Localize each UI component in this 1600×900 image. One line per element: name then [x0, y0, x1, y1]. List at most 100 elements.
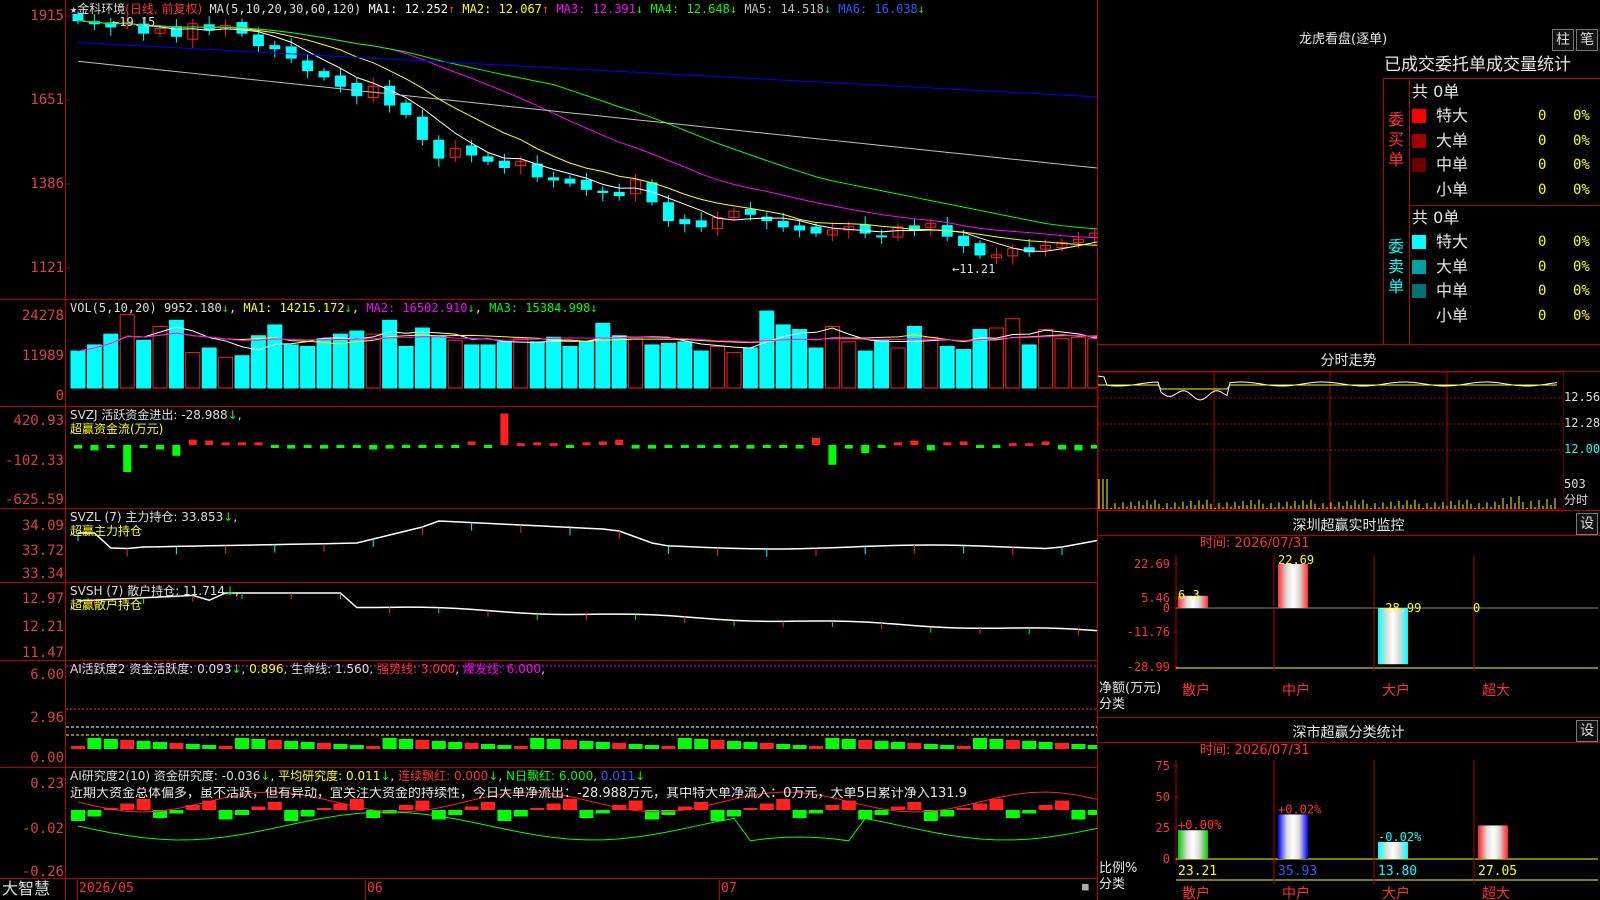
activity-bar	[333, 744, 348, 749]
flow-bar	[910, 440, 919, 445]
svsh-legend: SVSH (7) 散户持仓: 11.714↓,	[70, 584, 239, 598]
candle-body	[744, 208, 756, 215]
volume-bar	[562, 345, 578, 389]
research-bar	[743, 808, 758, 810]
date-tick	[365, 880, 366, 900]
flow-bar	[74, 445, 82, 449]
sh-xlabel: 分类	[1099, 877, 1126, 892]
intraday-chart[interactable]	[1098, 372, 1564, 510]
ma-line	[77, 42, 1097, 98]
order-color-swatch	[1412, 259, 1426, 274]
volume-chart[interactable]	[66, 300, 1097, 406]
activity-bar	[973, 738, 987, 749]
category-label: 散户	[1182, 682, 1210, 699]
tick-mode-button[interactable]: 笔	[1576, 29, 1598, 51]
volume-bar	[710, 345, 726, 389]
research-bar	[825, 805, 840, 810]
buy-total: 共 0单	[1412, 82, 1460, 101]
net-bar	[1378, 608, 1408, 665]
order-size-label: 中单	[1436, 155, 1469, 174]
kline-legend: ★金科环境(日线, 前复权) MA(5,10,20,30,60,120) MA1…	[70, 2, 925, 16]
svzj-sub-label: 超赢资金流(万元)	[70, 422, 164, 436]
volume-bar	[168, 319, 184, 389]
flow-bar	[221, 442, 230, 446]
stock-name[interactable]: 金科环境	[77, 2, 125, 16]
dragon-subtitle: 已成交委托单成交量统计	[1384, 55, 1571, 75]
brand-logo[interactable]: 大智慧	[2, 880, 50, 898]
panel-separator	[0, 878, 1097, 879]
flow-bar	[172, 445, 181, 456]
flow-bar	[533, 442, 542, 446]
order-count: 0	[1538, 157, 1547, 173]
research-bar	[759, 803, 774, 810]
candle-body	[400, 102, 412, 115]
order-size-label: 大单	[1436, 256, 1469, 276]
activity-bar	[727, 741, 741, 749]
candle-body	[351, 82, 363, 97]
sz-xlabel: 分类	[1099, 697, 1126, 712]
volume-bar	[546, 336, 562, 389]
flow-bar	[484, 445, 492, 448]
sh-stats-title: 深市超赢分类统计	[1292, 725, 1405, 741]
intraday-vol-unit: 分时	[1564, 493, 1589, 507]
order-percent: 0%	[1573, 181, 1590, 198]
bar-mode-button[interactable]: 柱	[1552, 29, 1574, 51]
ratio-bar	[1378, 841, 1408, 859]
sh-axis-label: 25	[1156, 821, 1170, 835]
volume-bar	[218, 356, 234, 389]
ratio-change-label: -0.02%	[1378, 830, 1422, 844]
flow-bar	[582, 442, 591, 446]
svzl-axis-label: 34.09	[21, 518, 64, 534]
flow-bar	[779, 445, 788, 448]
candle-body	[564, 178, 576, 184]
sh-axis-label: 50	[1156, 790, 1170, 804]
sz-net-chart[interactable]: 22.695.460-11.76-28.996.322.69-28.99 0散户中…	[1098, 555, 1600, 715]
order-count: 0	[1538, 234, 1547, 250]
order-color-swatch	[1412, 133, 1426, 148]
activity-bar	[415, 740, 430, 749]
svzl-axis-label: 33.72	[21, 543, 64, 559]
activity-bar	[366, 746, 381, 749]
fund-flow-chart[interactable]	[66, 407, 1097, 508]
activity-bar	[858, 740, 873, 749]
volume-bar	[595, 322, 611, 389]
activity-bar	[202, 745, 217, 749]
research-bar	[1022, 810, 1037, 814]
volume-bar	[578, 341, 594, 389]
candlestick-chart[interactable]	[66, 0, 1097, 299]
volume-bar	[103, 333, 119, 389]
order-count: 0	[1538, 108, 1547, 124]
activity-chart[interactable]	[66, 661, 1097, 767]
candle-body	[580, 179, 592, 190]
sh-ratio-chart[interactable]: 75 50 25 0 +0.00% 23.21 +0.02% 35.93 -0.02% 13.80…	[1098, 760, 1600, 900]
volume-bar	[1021, 344, 1037, 389]
research-bar	[973, 803, 987, 810]
sh-settings-button[interactable]: 设	[1576, 720, 1598, 742]
flow-bar	[156, 445, 164, 450]
candle-body	[252, 34, 264, 47]
order-size-label: 中单	[1436, 281, 1469, 300]
kline-axis-label: 1386	[30, 176, 64, 192]
lock-icon[interactable]: ■	[1082, 880, 1089, 894]
sz-settings-button[interactable]: 设	[1576, 513, 1598, 535]
ma5-label: MA5: 14.518↓	[744, 2, 832, 16]
volume-bar	[628, 338, 644, 389]
ma1-label: MA1: 12.252↑	[368, 2, 456, 16]
flow-bar	[123, 445, 132, 472]
intraday-frame	[1098, 372, 1564, 510]
volume-bar	[267, 324, 283, 389]
activity-bar	[136, 741, 151, 749]
candle-body	[1089, 232, 1097, 238]
intraday-title: 分时走势	[1320, 353, 1377, 369]
activity-bar	[710, 740, 725, 749]
activity-bar	[825, 738, 840, 749]
period-label[interactable]: (日线, 前复权)	[125, 2, 202, 16]
research-chart[interactable]	[66, 768, 1097, 878]
activity-bar	[497, 745, 512, 749]
volume-bar	[742, 347, 758, 389]
activity-bar	[71, 746, 85, 749]
flow-bar	[451, 445, 460, 448]
research-bar	[579, 810, 594, 818]
volume-bar	[86, 344, 102, 389]
svzj-axis-label: 420.93	[13, 413, 64, 429]
